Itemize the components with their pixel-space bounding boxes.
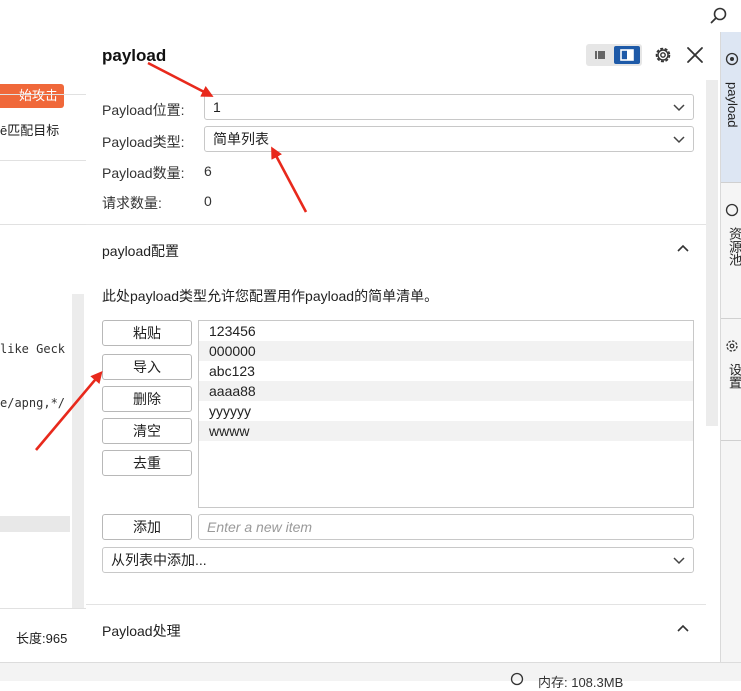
payload-type-select[interactable]: 简单列表 (204, 126, 694, 152)
tab-settings[interactable]: 设置 (721, 319, 741, 439)
tab-label: 设置 (727, 363, 741, 389)
start-attack-button[interactable]: 始攻击 (0, 84, 64, 108)
layout-split-button[interactable] (614, 46, 640, 64)
length-label: 长度:965 (16, 631, 68, 646)
list-item[interactable]: aaaa88 (199, 381, 693, 401)
import-button[interactable]: 导入 (102, 354, 192, 380)
layout-toggle[interactable] (586, 44, 642, 66)
split-view-icon (620, 49, 634, 61)
payload-processing-title: Payload处理 (102, 623, 181, 639)
collapse-icon[interactable] (676, 241, 690, 255)
dedupe-button[interactable]: 去重 (102, 450, 192, 476)
list-item[interactable]: abc123 (199, 361, 693, 381)
add-from-list-label: 从列表中添加... (111, 552, 207, 568)
top-bar (0, 0, 741, 33)
right-tab-bar: payload 资源池 设置 (720, 32, 741, 662)
payload-count-value: 6 (204, 163, 212, 179)
list-item[interactable]: wwww (199, 421, 693, 441)
payload-type-label: Payload类型: (102, 134, 185, 150)
tab-label: payload (725, 82, 740, 128)
clock-icon (725, 203, 739, 217)
search-icon[interactable] (709, 6, 729, 26)
list-icon (595, 51, 605, 59)
paste-button[interactable]: 粘贴 (102, 320, 192, 346)
close-icon[interactable] (684, 44, 706, 66)
payload-position-label: Payload位置: (102, 102, 185, 118)
status-bar: 内存: 108.3MB (0, 662, 741, 690)
list-item[interactable]: 000000 (199, 341, 693, 361)
gear-icon[interactable] (652, 44, 674, 66)
match-target-label: ē匹配目标 (0, 123, 60, 138)
selection-bar (0, 516, 70, 532)
chevron-down-icon (673, 557, 685, 565)
new-item-input[interactable]: Enter a new item (198, 514, 694, 540)
section-divider (86, 224, 706, 225)
payload-position-value: 1 (213, 99, 221, 115)
tab-payload[interactable]: payload (721, 32, 741, 182)
tab-label: 资源池 (727, 227, 741, 266)
tab-resource-pool[interactable]: 资源池 (721, 183, 741, 318)
payload-position-select[interactable]: 1 (204, 94, 694, 120)
memory-usage: 内存: 108.3MB (538, 675, 624, 690)
target-icon (725, 52, 739, 66)
memory-icon (510, 672, 524, 686)
payload-type-value: 简单列表 (213, 131, 269, 147)
panel-title: payload (102, 46, 167, 65)
request-count-value: 0 (204, 193, 212, 209)
payload-config-title: payload配置 (102, 243, 180, 259)
scrollbar[interactable] (706, 80, 718, 426)
payload-list[interactable]: 123456 000000 abc123 aaaa88 yyyyyy wwww (198, 320, 694, 508)
remove-button[interactable]: 删除 (102, 386, 192, 412)
gear-icon (726, 340, 738, 352)
divider (0, 94, 86, 95)
request-code-line: like Geck (0, 342, 66, 356)
layout-single-button[interactable] (588, 46, 612, 64)
payload-config-description: 此处payload类型允许您配置用作payload的简单清单。 (102, 288, 439, 304)
request-count-label: 请求数量: (102, 195, 162, 211)
add-button[interactable]: 添加 (102, 514, 192, 540)
payload-panel: payload Payload位置: 1 Payload类型: 简单列表 Pay… (86, 32, 720, 662)
list-item[interactable]: 123456 (199, 321, 693, 341)
list-item[interactable]: yyyyyy (199, 401, 693, 421)
tab-divider (721, 440, 741, 441)
clear-button[interactable]: 清空 (102, 418, 192, 444)
chevron-down-icon (673, 104, 685, 112)
chevron-down-icon (673, 136, 685, 144)
divider (0, 224, 86, 225)
payload-count-label: Payload数量: (102, 165, 185, 181)
request-code-line: e/apng,*/ (0, 396, 66, 410)
divider (0, 608, 86, 609)
scrollbar[interactable] (72, 294, 84, 608)
divider (0, 160, 86, 161)
section-divider (86, 604, 706, 605)
collapse-icon[interactable] (676, 621, 690, 635)
add-from-list-select[interactable]: 从列表中添加... (102, 547, 694, 573)
left-pane: 始攻击 ē匹配目标 like Geck e/apng,*/ 长度:965 (0, 32, 87, 662)
